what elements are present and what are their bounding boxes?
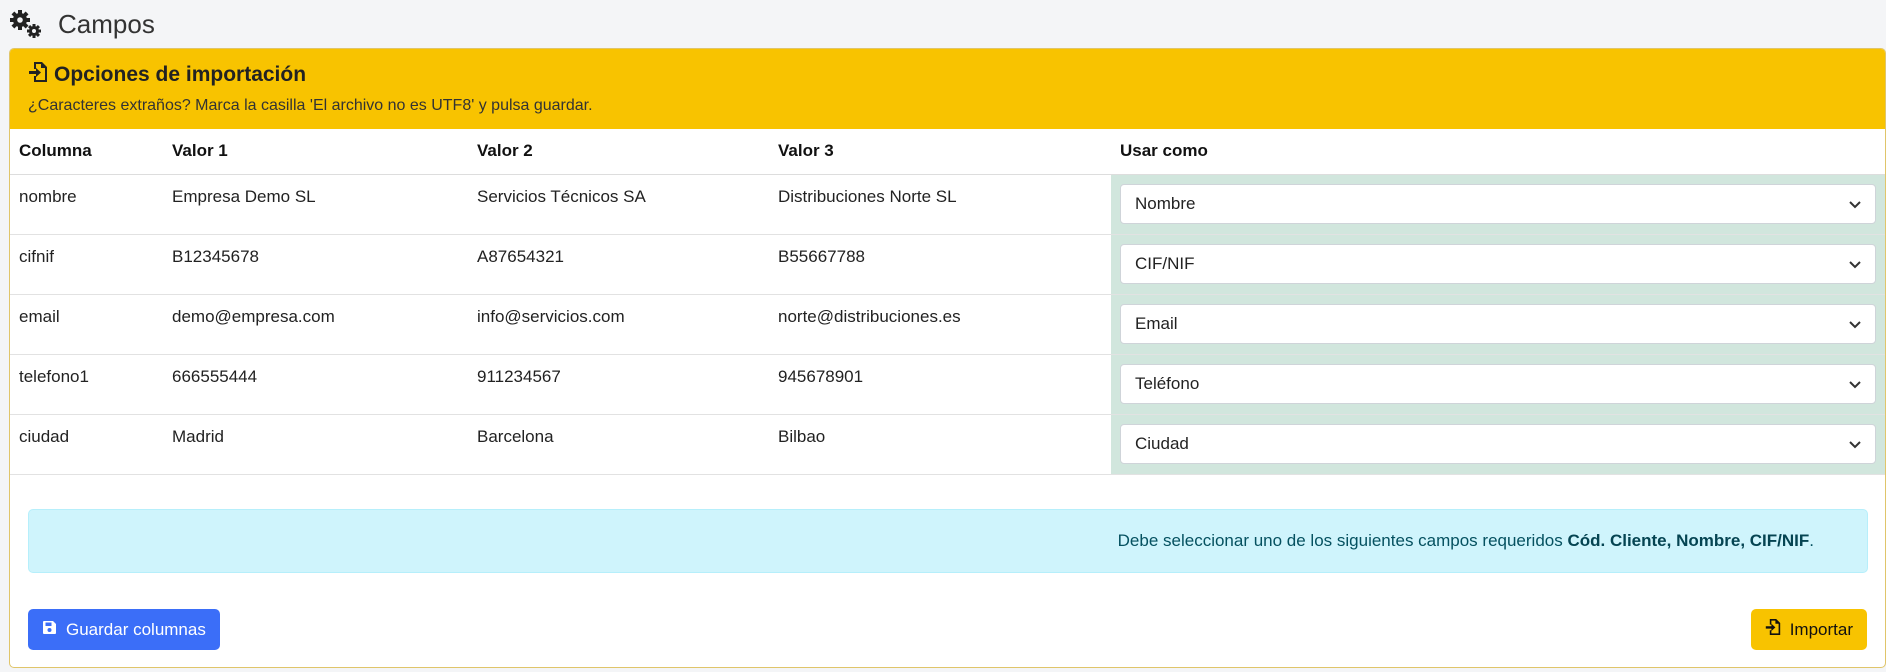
cell-v1: B12345678 — [163, 234, 468, 295]
cell-v1: Madrid — [163, 414, 468, 475]
required-fields: Cód. Cliente, Nombre, CIF/NIF — [1567, 531, 1810, 550]
table-row: telefono1 666555444 911234567 945678901 Telé… — [10, 354, 1885, 415]
file-import-icon — [1765, 618, 1781, 641]
cell-columna: telefono1 — [10, 354, 163, 415]
select-value: Nombre — [1135, 193, 1196, 213]
cell-v3: norte@distribuciones.es — [769, 294, 1111, 355]
cell-columna: cifnif — [10, 234, 163, 295]
cell-v3: B55667788 — [769, 234, 1111, 295]
usar-como-select[interactable]: CIF/NIF — [1120, 243, 1876, 284]
header-valor-1: Valor 1 — [163, 129, 468, 175]
save-columns-button[interactable]: Guardar columnas — [28, 609, 220, 650]
cell-v2: A87654321 — [468, 234, 769, 295]
cell-columna: email — [10, 294, 163, 355]
header-usar-como: Usar como — [1111, 129, 1885, 175]
select-value: Ciudad — [1135, 433, 1189, 453]
cell-v2: 911234567 — [468, 354, 769, 415]
cell-v1: demo@empresa.com — [163, 294, 468, 355]
card-title: Opciones de importación — [28, 61, 1867, 89]
cell-usar-como: Nombre — [1111, 174, 1885, 235]
cell-columna: ciudad — [10, 414, 163, 475]
utf8-hint: ¿Caracteres extraños? Marca la casilla '… — [28, 97, 593, 114]
chevron-down-icon — [1849, 434, 1861, 454]
chevron-down-icon — [1849, 314, 1861, 334]
usar-como-select[interactable]: Email — [1120, 303, 1876, 344]
cell-usar-como: CIF/NIF — [1111, 234, 1885, 295]
chevron-down-icon — [1849, 374, 1861, 394]
columns-table: Columna Valor 1 Valor 2 Valor 3 Usar com… — [10, 129, 1885, 475]
import-options-card: Opciones de importación ¿Caracteres extr… — [9, 48, 1886, 668]
header-valor-2: Valor 2 — [468, 129, 769, 175]
card-title-text: Opciones de importación — [54, 63, 307, 86]
page-title: Campos — [58, 8, 155, 39]
chevron-down-icon — [1849, 194, 1861, 214]
header-columna: Columna — [10, 129, 163, 175]
table-row: email demo@empresa.com info@servicios.com n… — [10, 294, 1885, 355]
cell-columna: nombre — [10, 174, 163, 235]
cell-usar-como: Teléfono — [1111, 354, 1885, 415]
save-columns-label: Guardar columnas — [66, 619, 206, 639]
select-value: CIF/NIF — [1135, 253, 1195, 273]
table-row: ciudad Madrid Barcelona Bilbao Ciudad — [10, 414, 1885, 475]
cell-v2: Barcelona — [468, 414, 769, 475]
import-button[interactable]: Importar — [1750, 609, 1867, 650]
cell-v1: Empresa Demo SL — [163, 174, 468, 235]
cell-v2: info@servicios.com — [468, 294, 769, 355]
alert-text: Debe seleccionar uno de los siguientes c… — [1117, 531, 1814, 550]
required-fields-alert: Debe seleccionar uno de los siguientes c… — [28, 509, 1868, 573]
select-value: Teléfono — [1135, 373, 1200, 393]
file-import-icon — [28, 61, 48, 89]
cell-v3: 945678901 — [769, 354, 1111, 415]
cell-usar-como: Email — [1111, 294, 1885, 355]
table-row: cifnif B12345678 A87654321 B55667788 CIF/NIF — [10, 234, 1885, 295]
table-row: nombre Empresa Demo SL Servicios Técnicos … — [10, 174, 1885, 235]
header-valor-3: Valor 3 — [769, 129, 1111, 175]
cell-usar-como: Ciudad — [1111, 414, 1885, 475]
cell-v1: 666555444 — [163, 354, 468, 415]
save-icon — [42, 620, 57, 640]
chevron-down-icon — [1849, 254, 1861, 274]
cell-v3: Bilbao — [769, 414, 1111, 475]
cogs-icon — [8, 9, 44, 39]
usar-como-select[interactable]: Ciudad — [1120, 423, 1876, 464]
cell-v3: Distribuciones Norte SL — [769, 174, 1111, 235]
page-header: Campos — [0, 0, 1886, 48]
usar-como-select[interactable]: Nombre — [1120, 183, 1876, 224]
import-label: Importar — [1789, 619, 1853, 639]
select-value: Email — [1135, 313, 1178, 333]
table-header-row: Columna Valor 1 Valor 2 Valor 3 Usar com… — [10, 129, 1885, 175]
cell-v2: Servicios Técnicos SA — [468, 174, 769, 235]
card-header: Opciones de importación ¿Caracteres extr… — [10, 49, 1885, 129]
usar-como-select[interactable]: Teléfono — [1120, 363, 1876, 404]
